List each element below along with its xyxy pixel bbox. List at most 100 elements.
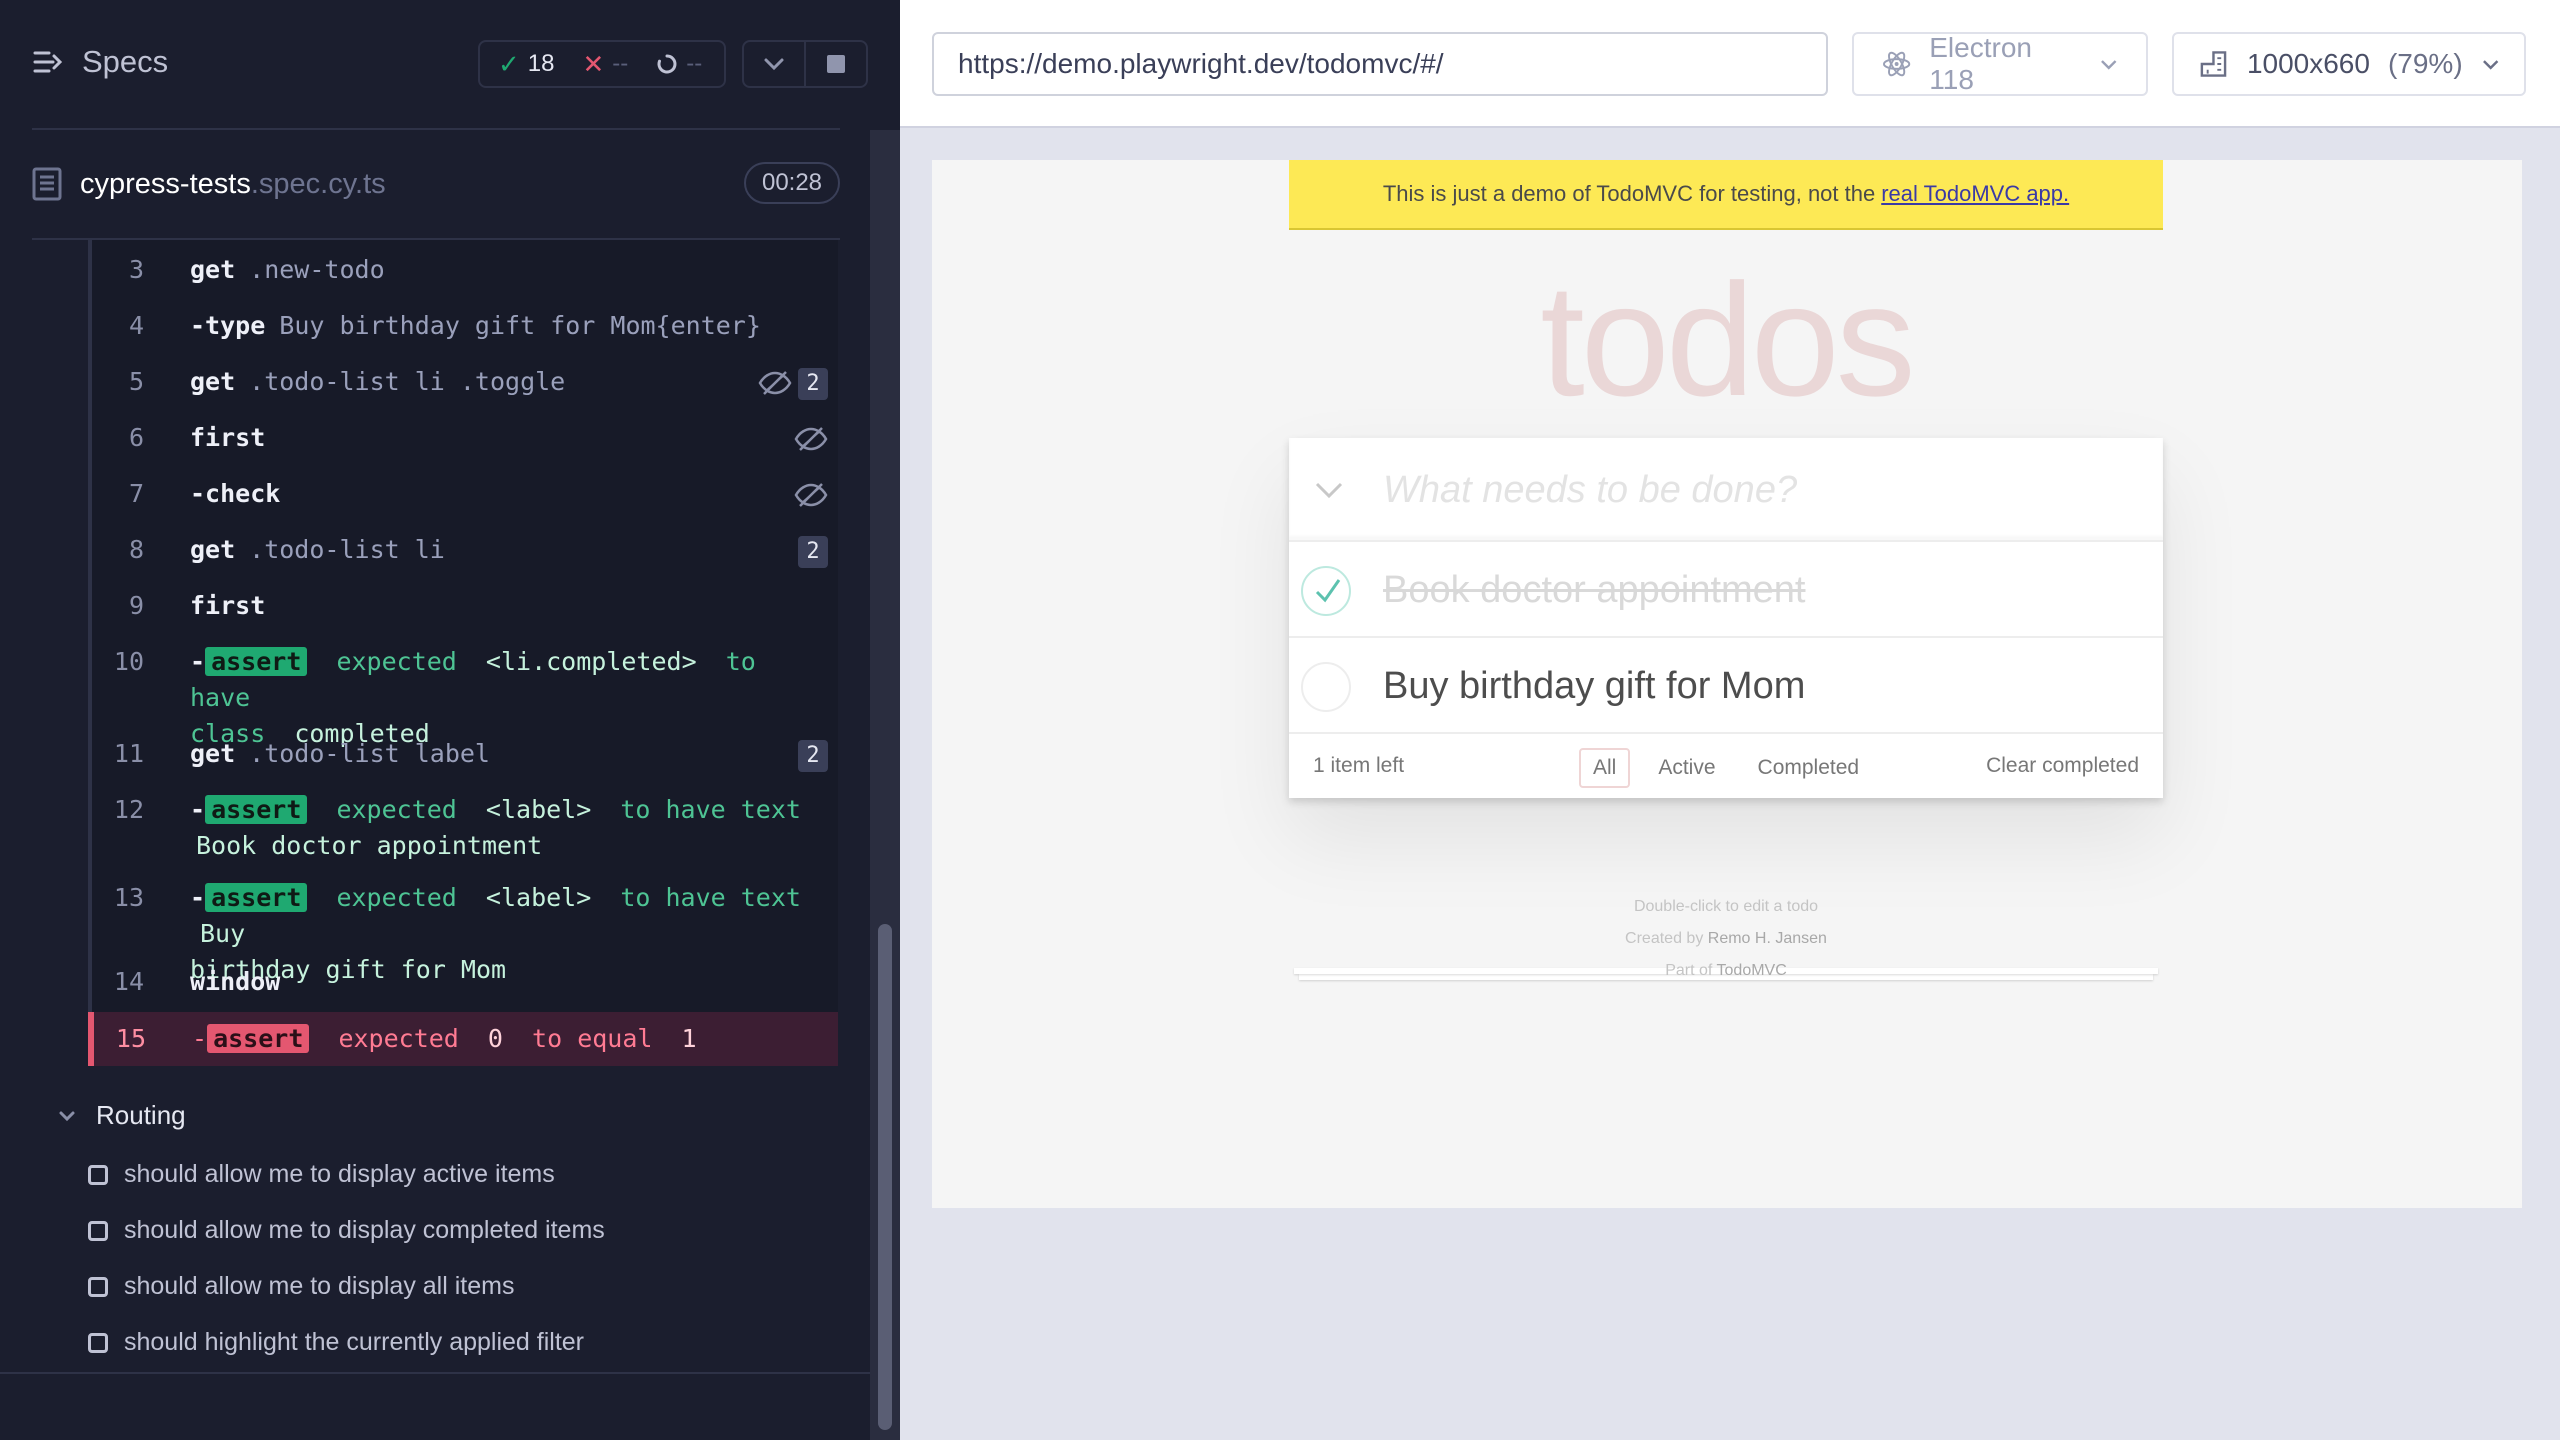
command-number: 11 — [113, 739, 144, 768]
todomvc-link[interactable]: TodoMVC — [1717, 962, 1787, 979]
suite-title: Routing — [96, 1100, 186, 1130]
aut-header: https://demo.playwright.dev/todomvc/#/ E… — [900, 0, 2560, 128]
test-item[interactable]: should allow me to display completed ite… — [88, 1216, 605, 1245]
todo-toggle[interactable] — [1301, 662, 1351, 712]
spec-duration: 00:28 — [744, 162, 840, 204]
test-item[interactable]: should highlight the currently applied f… — [88, 1328, 584, 1357]
command-arg: Buy birthday gift for Mom{enter} — [279, 311, 761, 340]
assert-text: expected — [336, 647, 457, 676]
command-number: 10 — [113, 647, 144, 676]
filters: All Active Completed — [1579, 748, 1873, 788]
element-count-badge: 2 — [798, 368, 828, 400]
command-name: window — [190, 967, 281, 996]
url-bar[interactable]: https://demo.playwright.dev/todomvc/#/ — [932, 32, 1828, 96]
command-name: get — [190, 535, 236, 564]
command-row[interactable]: 8 get .todo-list li 2 — [92, 532, 838, 572]
specs-link[interactable]: Specs — [32, 44, 168, 80]
spec-title[interactable]: cypress-tests .spec.cy.ts 00:28 — [32, 160, 840, 208]
passed-stat: ✓ 18 — [498, 49, 555, 80]
todo-label[interactable]: Book doctor appointment — [1383, 542, 1806, 638]
assert-value: Book doctor appointment — [196, 831, 543, 860]
info-edit-hint: Double-click to edit a todo — [1633, 898, 1819, 915]
command-number: 14 — [113, 967, 144, 996]
reporter-panel: Specs ✓ 18 ✕ -- -- cypress-tests .spec.c… — [0, 0, 900, 1440]
banner-link[interactable]: real TodoMVC app. — [1881, 181, 2069, 207]
test-title: should allow me to display active items — [124, 1160, 555, 1188]
author-link[interactable]: Remo H. Jansen — [1708, 930, 1827, 947]
command-row[interactable]: 9 first — [92, 588, 838, 624]
command-row[interactable]: 11 get .todo-list label 2 — [92, 736, 838, 776]
assert-row[interactable]: 13 - assert expected <label> to have text… — [92, 880, 838, 984]
failed-assert-row[interactable]: 15 - assert expected 0 to equal 1 — [88, 1012, 838, 1066]
credits-label: Created by — [1625, 930, 1704, 947]
info-part-of: Part of TodoMVC — [1289, 962, 2163, 980]
browser-selector[interactable]: Electron 118 — [1852, 32, 2148, 96]
assert-badge: assert — [205, 795, 308, 824]
test-item[interactable]: should allow me to display active items — [88, 1160, 555, 1189]
new-todo-input[interactable]: What needs to be done? — [1383, 438, 1797, 542]
clear-completed-button[interactable]: Clear completed — [1986, 754, 2139, 778]
banner-text: This is just a demo of TodoMVC for testi… — [1382, 181, 1876, 206]
todo-toggle[interactable] — [1301, 566, 1351, 616]
suite-routing[interactable]: Routing — [56, 1100, 186, 1131]
test-status-icon — [88, 1276, 108, 1297]
toggle-all-icon[interactable] — [1313, 478, 1345, 502]
filter-active[interactable]: Active — [1644, 748, 1729, 788]
command-row[interactable]: 4 -type Buy birthday gift for Mom{enter} — [92, 308, 838, 344]
expand-button[interactable] — [744, 42, 804, 86]
assert-expected: 1 — [681, 1024, 697, 1053]
specs-label: Specs — [82, 44, 169, 79]
assert-row[interactable]: 10 - assert expected <li.completed> to ha… — [92, 644, 838, 748]
chevron-down-icon — [2482, 60, 2498, 70]
todo-item[interactable]: Buy birthday gift for Mom — [1289, 638, 2163, 734]
part-of-label: Part of — [1665, 962, 1713, 979]
pending-stat: -- — [638, 50, 702, 78]
command-row[interactable]: 6 first — [92, 420, 838, 456]
assert-row[interactable]: 12 - assert expected <label> to have text… — [92, 792, 838, 864]
specs-menu-icon — [33, 51, 63, 73]
todo-item[interactable]: Book doctor appointment — [1289, 542, 2163, 638]
todo-label[interactable]: Buy birthday gift for Mom — [1383, 638, 1805, 734]
filter-completed[interactable]: Completed — [1744, 748, 1874, 788]
test-item[interactable]: should allow me to display all items — [88, 1272, 514, 1301]
command-number: 7 — [128, 479, 144, 508]
command-row[interactable]: 7 -check — [92, 476, 838, 512]
assert-text: to have text — [620, 795, 801, 824]
test-title: should allow me to display completed ite… — [124, 1216, 605, 1244]
info-credits: Created by Remo H. Jansen — [1289, 930, 2163, 948]
passed-count: 18 — [527, 50, 555, 77]
command-arg: .todo-list label — [249, 739, 490, 768]
spec-extension: .spec.cy.ts — [250, 167, 386, 200]
new-todo-row: What needs to be done? — [1289, 438, 2163, 542]
command-arg: .new-todo — [249, 255, 385, 284]
failed-count: -- — [612, 50, 629, 77]
chevron-down-icon — [59, 1111, 75, 1121]
check-icon: ✓ — [498, 48, 520, 79]
filter-all[interactable]: All — [1579, 748, 1631, 788]
command-arg: .todo-list li .toggle — [249, 367, 566, 396]
assert-badge: assert — [207, 1024, 310, 1053]
assert-text: expected — [338, 1024, 459, 1053]
command-number: 4 — [128, 311, 144, 340]
command-name: get — [190, 739, 236, 768]
test-status-icon — [88, 1164, 108, 1185]
todo-footer: 1 item left All Active Completed Clear c… — [1289, 734, 2163, 798]
scrollbar-thumb[interactable] — [878, 924, 892, 1430]
command-row[interactable]: 14 window — [92, 964, 838, 1000]
pending-icon — [657, 54, 677, 74]
viewport-selector[interactable]: 1000x660 (79%) — [2172, 32, 2526, 96]
viewport-size: 1000x660 — [2246, 48, 2370, 79]
command-arg: .todo-list li — [249, 535, 445, 564]
command-row[interactable]: 3 get .new-todo — [92, 252, 838, 288]
command-number: 8 — [128, 535, 144, 564]
assert-text: to have text — [620, 883, 801, 912]
assert-value: Buy — [200, 919, 246, 948]
command-row[interactable]: 5 get .todo-list li .toggle 2 — [92, 364, 838, 404]
assert-subject: <li.completed> — [485, 647, 697, 676]
stop-button[interactable] — [804, 42, 866, 86]
items-left-count: 1 item left — [1313, 754, 1405, 777]
eye-slash-icon — [794, 427, 828, 451]
command-number: 15 — [115, 1024, 146, 1053]
assert-text: expected — [336, 795, 457, 824]
eye-slash-icon — [758, 371, 792, 395]
